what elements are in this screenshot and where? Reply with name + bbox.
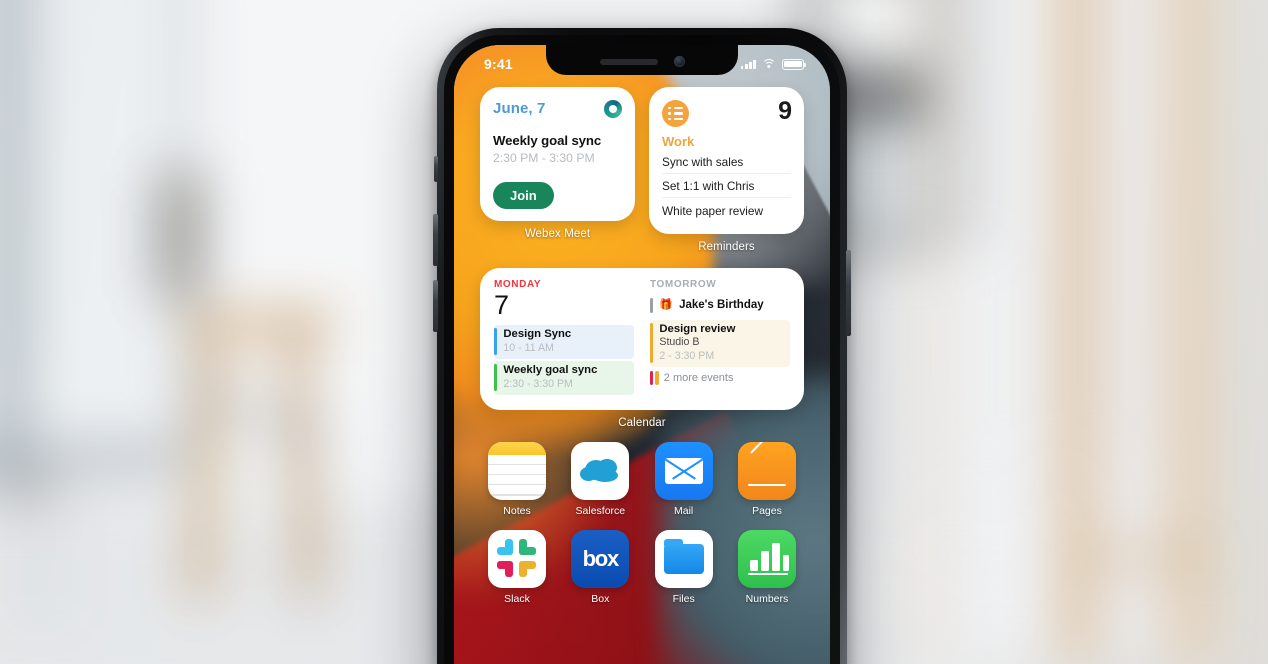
status-time: 9:41 bbox=[484, 56, 513, 72]
front-camera-icon bbox=[673, 56, 685, 67]
calendar-more-events[interactable]: 2 more events bbox=[650, 370, 790, 385]
more-events-label: 2 more events bbox=[663, 371, 734, 384]
reminders-widget-label: Reminders bbox=[698, 240, 755, 253]
webex-widget-label: Webex Meet bbox=[524, 228, 591, 240]
calendar-tomorrow-label: TOMORROW bbox=[650, 278, 717, 290]
webex-header: June, 7 bbox=[493, 100, 622, 118]
more-events-bars bbox=[650, 370, 659, 385]
reminders-card[interactable]: 9 Work Sync with sales Set 1:1 with Chri… bbox=[649, 87, 804, 234]
power-button[interactable] bbox=[846, 250, 851, 336]
calendar-day-label: MONDAY bbox=[494, 278, 542, 290]
reminders-header: 9 bbox=[662, 97, 792, 127]
app-label: Files bbox=[672, 592, 695, 605]
webex-meeting-title: Weekly goal sync bbox=[493, 133, 602, 148]
earpiece-speaker-icon bbox=[599, 58, 658, 65]
webex-meeting-time: 2:30 PM - 3:30 PM bbox=[493, 151, 595, 165]
app-label: Mail bbox=[674, 504, 694, 517]
box-app-icon[interactable]: box bbox=[571, 529, 630, 588]
webex-date: June, 7 bbox=[493, 100, 546, 117]
join-button[interactable]: Join bbox=[493, 182, 554, 209]
app-label: Pages bbox=[752, 504, 782, 517]
widget-calendar[interactable]: MONDAY 7 Design Sync 10 - 11 AM Weekly g… bbox=[480, 267, 804, 429]
numbers-app-icon[interactable] bbox=[737, 529, 796, 588]
volume-up-button[interactable] bbox=[433, 214, 438, 266]
calendar-event[interactable]: Design Sync 10 - 11 AM bbox=[494, 324, 634, 359]
widget-webex-meet[interactable]: June, 7 Weekly goal sync 2:30 PM - 3:30 … bbox=[480, 87, 635, 253]
mail-app-icon[interactable] bbox=[654, 441, 713, 500]
calendar-birthday-event[interactable]: 🎁 Jake's Birthday bbox=[650, 297, 790, 313]
wifi-icon bbox=[762, 58, 776, 70]
mute-switch[interactable] bbox=[434, 156, 438, 182]
calendar-event[interactable]: Design review Studio B 2 - 3:30 PM bbox=[650, 319, 790, 367]
reminder-item[interactable]: Set 1:1 with Chris bbox=[662, 174, 791, 198]
event-color-bar bbox=[650, 322, 654, 363]
app-numbers[interactable]: Numbers bbox=[730, 529, 804, 605]
slack-app-icon[interactable] bbox=[488, 529, 546, 588]
calendar-card[interactable]: MONDAY 7 Design Sync 10 - 11 AM Weekly g… bbox=[480, 267, 804, 410]
notes-app-icon[interactable] bbox=[488, 441, 546, 500]
event-color-bar bbox=[494, 363, 498, 391]
gift-icon: 🎁 bbox=[659, 298, 674, 311]
app-slack[interactable]: Slack bbox=[480, 529, 554, 605]
phone-screen[interactable]: 9:41 June, 7 Weekly goal sync 2:30 PM - … bbox=[454, 45, 830, 664]
app-label: Numbers bbox=[745, 592, 789, 605]
bg-window-transom bbox=[0, 445, 190, 467]
app-grid: Notes Salesforce Mail Pages Slack box Bo… bbox=[480, 441, 804, 605]
volume-down-button[interactable] bbox=[433, 280, 438, 332]
event-name: Jake's Birthday bbox=[679, 299, 764, 311]
files-app-icon[interactable] bbox=[654, 529, 713, 588]
event-time: 2:30 - 3:30 PM bbox=[503, 377, 573, 390]
event-name: Design Sync bbox=[503, 327, 572, 340]
webex-logo-icon bbox=[604, 100, 622, 118]
app-box[interactable]: box Box bbox=[563, 529, 637, 605]
calendar-event[interactable]: Weekly goal sync 2:30 - 3:30 PM bbox=[494, 360, 634, 395]
app-files[interactable]: Files bbox=[647, 529, 721, 605]
bg-window-mullion-1 bbox=[0, 0, 26, 520]
calendar-today-column: MONDAY 7 Design Sync 10 - 11 AM Weekly g… bbox=[494, 279, 634, 397]
event-name: Weekly goal sync bbox=[503, 363, 598, 376]
bg-post-3 bbox=[920, 0, 940, 660]
app-label: Salesforce bbox=[575, 504, 626, 517]
home-screen: June, 7 Weekly goal sync 2:30 PM - 3:30 … bbox=[454, 45, 830, 664]
app-label: Box bbox=[591, 592, 610, 605]
event-location: Studio B bbox=[659, 336, 700, 349]
cellular-signal-icon bbox=[740, 59, 756, 69]
reminders-list-icon bbox=[662, 100, 689, 127]
bg-right-panel-1 bbox=[940, 0, 1070, 660]
reminders-list-title: Work bbox=[662, 134, 695, 149]
status-icons bbox=[740, 58, 806, 70]
device-notch bbox=[546, 45, 738, 75]
reminder-item[interactable]: White paper review bbox=[662, 198, 791, 222]
bg-dark-object-1 bbox=[154, 170, 206, 300]
app-row-2: Slack box Box Files Numbers bbox=[480, 529, 804, 605]
app-salesforce[interactable]: Salesforce bbox=[563, 441, 637, 517]
battery-icon bbox=[782, 58, 806, 70]
calendar-widget-label: Calendar bbox=[618, 416, 666, 429]
salesforce-app-icon[interactable] bbox=[571, 441, 630, 500]
app-row-1: Notes Salesforce Mail Pages bbox=[480, 441, 804, 517]
event-time: 2 - 3:30 PM bbox=[659, 349, 715, 362]
calendar-day-number: 7 bbox=[494, 289, 509, 320]
widget-row-top: June, 7 Weekly goal sync 2:30 PM - 3:30 … bbox=[480, 87, 804, 253]
event-color-bar bbox=[494, 327, 498, 355]
reminder-item[interactable]: Sync with sales bbox=[662, 149, 791, 174]
app-label: Notes bbox=[503, 504, 531, 517]
pages-app-icon[interactable] bbox=[737, 441, 796, 500]
app-pages[interactable]: Pages bbox=[730, 441, 804, 517]
webex-card[interactable]: June, 7 Weekly goal sync 2:30 PM - 3:30 … bbox=[480, 87, 635, 221]
app-mail[interactable]: Mail bbox=[647, 441, 721, 517]
bg-shelf bbox=[1080, 550, 1210, 562]
app-notes[interactable]: Notes bbox=[480, 441, 554, 517]
reminders-count: 9 bbox=[778, 97, 792, 125]
widget-reminders[interactable]: 9 Work Sync with sales Set 1:1 with Chri… bbox=[649, 87, 804, 253]
iphone-device: 9:41 June, 7 Weekly goal sync 2:30 PM - … bbox=[433, 28, 851, 664]
calendar-tomorrow-column: TOMORROW 🎁 Jake's Birthday Design review bbox=[650, 279, 790, 397]
event-time: 10 - 11 AM bbox=[503, 341, 554, 354]
event-color-bar bbox=[650, 297, 654, 313]
event-name: Design review bbox=[659, 322, 736, 335]
app-label: Slack bbox=[504, 592, 530, 605]
